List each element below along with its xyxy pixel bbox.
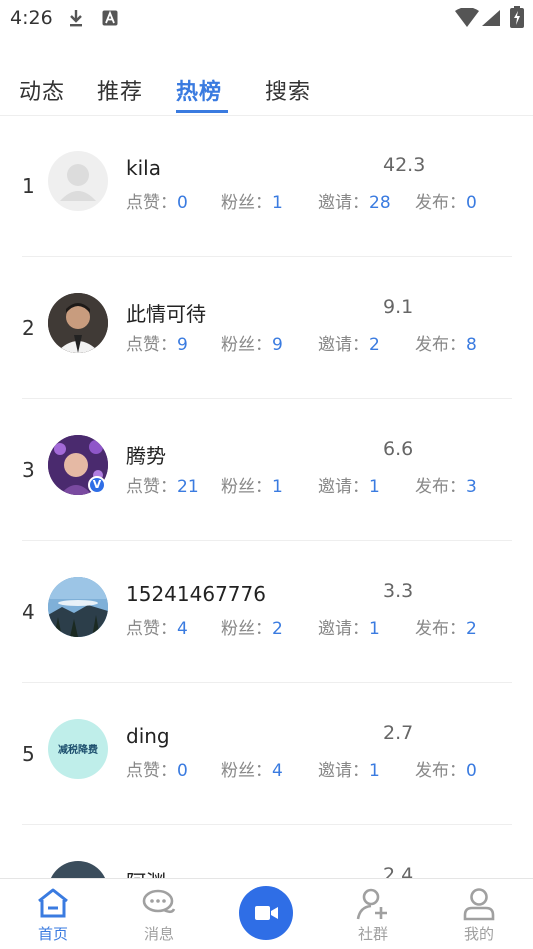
user-profile-icon (463, 888, 495, 921)
stat-likes: 点赞：21 (126, 477, 199, 497)
avatar[interactable] (48, 577, 108, 637)
tab-dynamic[interactable]: 动态 (19, 74, 65, 106)
active-tab-indicator (176, 110, 228, 113)
add-user-icon (356, 888, 387, 920)
tab-recommend[interactable]: 推荐 (97, 74, 143, 106)
home-icon (38, 888, 68, 918)
user-photo-avatar (48, 293, 108, 353)
stat-invites: 邀请：1 (318, 619, 380, 639)
ranking-row-4[interactable]: 4 15241467776 3.3 点赞：4 粉丝：2 邀请：1 发布：2 (0, 542, 533, 684)
ranking-row-2[interactable]: 2 此情可待 9.1 点赞：9 粉丝：9 邀请：2 发布：8 (0, 258, 533, 400)
row-divider (22, 682, 512, 683)
top-tabs: 动态 推荐 热榜 搜索 (0, 66, 533, 116)
stat-posts: 发布：2 (415, 619, 477, 639)
row-divider (22, 256, 512, 257)
stat-fans: 粉丝：1 (221, 193, 283, 213)
stat-posts: 发布：8 (415, 335, 477, 355)
stat-invites: 邀请：1 (318, 761, 380, 781)
stat-invites: 邀请：28 (318, 193, 391, 213)
ranking-row-5[interactable]: 5 减税降费 ding 2.7 点赞：0 粉丝：4 邀请：1 发布：0 (0, 684, 533, 826)
stat-posts: 发布：3 (415, 477, 477, 497)
ranking-list[interactable]: 1 kila 42.3 点赞：0 粉丝：1 邀请：28 发布：0 2 此情可待 … (0, 116, 533, 878)
rank-number: 3 (22, 458, 35, 482)
user-name: 阿渊 (126, 866, 166, 878)
status-bar: 4:26 (0, 0, 533, 36)
verified-badge-icon: V (88, 476, 106, 494)
rank-number: 5 (22, 742, 35, 766)
wifi-icon (455, 8, 479, 27)
hot-score: 6.6 (383, 438, 414, 460)
rank-number: 2 (22, 316, 35, 340)
nav-label: 首页 (37, 925, 68, 943)
nav-label: 社群 (357, 925, 388, 943)
download-icon (70, 10, 82, 27)
stat-posts: 发布：0 (415, 761, 477, 781)
rank-number: 4 (22, 600, 35, 624)
stat-fans: 粉丝：9 (221, 335, 283, 355)
user-name: 15241467776 (126, 582, 266, 606)
stat-likes: 点赞：9 (126, 335, 188, 355)
nav-label: 消息 (143, 925, 174, 943)
ranking-row-6[interactable]: 阿渊 2.4 (0, 826, 533, 878)
hot-score: 2.4 (383, 864, 414, 878)
user-name: 此情可待 (126, 302, 206, 326)
nav-profile[interactable]: 我的 (426, 879, 532, 949)
user-name: 腾势 (126, 444, 166, 468)
ranking-row-1[interactable]: 1 kila 42.3 点赞：0 粉丝：1 邀请：28 发布：0 (0, 116, 533, 258)
stat-fans: 粉丝：2 (221, 619, 283, 639)
stat-likes: 点赞：4 (126, 619, 188, 639)
tab-hot-list[interactable]: 热榜 (176, 74, 222, 106)
avatar[interactable] (48, 151, 108, 211)
ranking-row-3[interactable]: 3 V 腾势 6.6 点赞：21 粉丝：1 邀请：1 发布：3 (0, 400, 533, 542)
stat-likes: 点赞：0 (126, 193, 188, 213)
stat-posts: 发布：0 (415, 193, 477, 213)
nav-community[interactable]: 社群 (320, 879, 426, 949)
user-photo-avatar (48, 577, 108, 637)
hot-score: 2.7 (383, 722, 414, 744)
default-avatar-icon (60, 164, 96, 201)
row-divider (22, 398, 512, 399)
stat-invites: 邀请：2 (318, 335, 380, 355)
rank-number: 1 (22, 174, 35, 198)
avatar[interactable]: 减税降费 (48, 719, 108, 779)
video-record-button[interactable] (239, 886, 293, 940)
hot-score: 3.3 (383, 580, 414, 602)
nav-home[interactable]: 首页 (0, 879, 106, 949)
hot-score: 9.1 (383, 296, 414, 318)
tab-search[interactable]: 搜索 (265, 74, 311, 106)
chat-bubble-icon (142, 889, 176, 914)
stat-likes: 点赞：0 (126, 761, 188, 781)
status-time: 4:26 (10, 7, 53, 29)
row-divider (22, 824, 512, 825)
nav-label: 我的 (463, 925, 494, 943)
avatar[interactable] (48, 861, 108, 878)
avatar[interactable] (48, 293, 108, 353)
avatar-text: 减税降费 (58, 745, 98, 756)
stat-fans: 粉丝：1 (221, 477, 283, 497)
stat-invites: 邀请：1 (318, 477, 380, 497)
app-notification-icon (102, 10, 118, 26)
hot-score: 42.3 (383, 154, 426, 176)
user-name: ding (126, 724, 170, 748)
nav-messages[interactable]: 消息 (106, 879, 212, 949)
video-camera-icon (255, 906, 278, 920)
user-name: kila (126, 156, 161, 180)
stat-fans: 粉丝：4 (221, 761, 283, 781)
signal-icon (482, 10, 500, 26)
row-divider (22, 540, 512, 541)
battery-charging-icon (510, 6, 524, 28)
